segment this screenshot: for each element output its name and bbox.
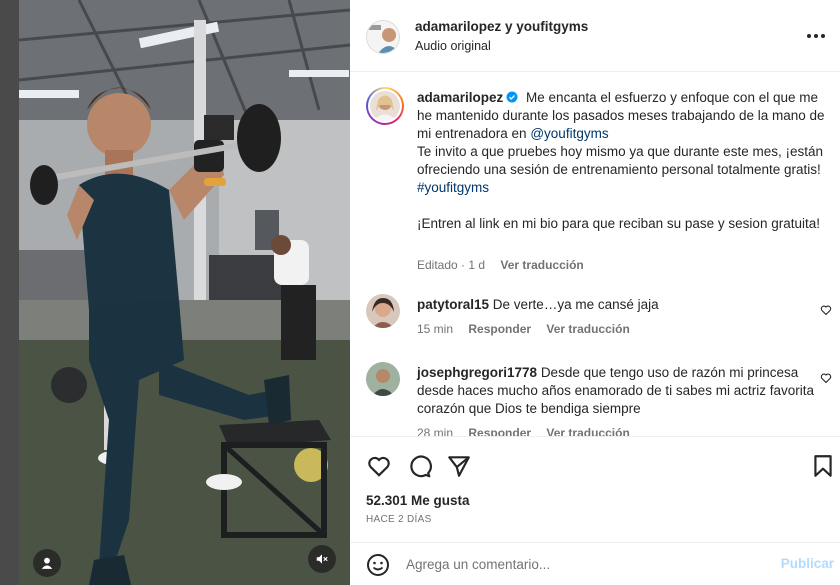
modal-backdrop[interactable] [0,0,19,585]
translate-link[interactable]: Ver traducción [546,426,629,436]
post-video[interactable] [19,0,350,585]
caption-line-2: Te invito a que pruebes hoy mismo ya que… [417,144,823,177]
mention-link[interactable]: @youfitgyms [530,126,608,141]
comment-icon[interactable] [406,453,432,479]
comment-text-block: patytoral15 De verte…ya me cansé jaja [417,296,817,314]
hashtag-link[interactable]: #youfitgyms [417,180,489,195]
audio-link[interactable]: Audio original [415,39,491,53]
comment-time[interactable]: 15 min [417,322,453,336]
post-actions-bar [350,436,840,492]
comment-composer: Publicar [350,542,840,585]
comments-scroll-area[interactable]: adamarilopez Me encanta el esfuerzo y en… [350,72,840,436]
more-dot [814,34,818,38]
mute-button[interactable] [308,545,336,573]
publish-button[interactable]: Publicar [781,556,834,571]
more-dot [821,34,825,38]
comment-like-icon[interactable] [820,304,832,316]
user-tag-icon [41,557,53,569]
collab-title[interactable]: adamarilopez y youfitgyms [415,19,588,34]
post-header: adamarilopez y youfitgyms Audio original [350,0,840,72]
post-time-ago[interactable]: HACE 2 DÍAS [366,514,432,525]
more-options-icon [807,34,811,38]
gym-scene-image [19,0,350,585]
comment-text-block: josephgregori1778 Desde que tengo uso de… [417,364,817,418]
caption-text: adamarilopez Me encanta el esfuerzo y en… [417,89,829,233]
comment-like-icon[interactable] [820,372,832,384]
more-options-button[interactable] [804,26,828,46]
avatar-image [367,21,399,53]
commenter-avatar-image [366,362,400,396]
caption-username[interactable]: adamarilopez [417,90,503,105]
comment-username[interactable]: josephgregori1778 [417,365,537,380]
reply-button[interactable]: Responder [468,322,531,336]
comment-meta: 15 min Responder Ver traducción [417,322,642,336]
bookmark-icon[interactable] [810,453,836,479]
comment-input[interactable] [406,551,766,577]
comment-meta: 28 min Responder Ver traducción [417,426,642,436]
likes-count[interactable]: 52.301 Me gusta [366,493,470,508]
translate-link[interactable]: Ver traducción [546,322,629,336]
comment-username[interactable]: patytoral15 [417,297,489,312]
comment-avatar[interactable] [366,294,400,328]
caption-edited-time[interactable]: Editado · 1 d [417,258,485,272]
caption-line-2-wrap: Te invito a que pruebes hoy mismo ya que… [417,143,829,197]
comment-avatar[interactable] [366,362,400,396]
instagram-post-window: adamarilopez y youfitgyms Audio original [0,0,840,585]
author-avatar[interactable] [366,20,400,54]
share-icon[interactable] [446,453,472,479]
caption-line-3: ¡Entren al link en mi bio para que recib… [417,216,820,231]
caption-translate-link[interactable]: Ver traducción [500,258,583,272]
muted-speaker-icon [316,554,328,564]
heart-icon[interactable] [366,453,392,479]
post-details-panel: adamarilopez y youfitgyms Audio original [350,0,840,585]
caption-avatar-image [370,91,400,121]
verified-badge-icon [506,91,518,103]
comment-time[interactable]: 28 min [417,426,453,436]
caption-meta: Editado · 1 d Ver traducción [417,258,596,272]
commenter-avatar-image [366,294,400,328]
comment-text: De verte…ya me cansé jaja [492,297,659,312]
reply-button[interactable]: Responder [468,426,531,436]
user-tag-button[interactable] [33,549,61,577]
emoji-icon[interactable] [366,553,390,577]
caption-avatar[interactable] [366,87,404,125]
